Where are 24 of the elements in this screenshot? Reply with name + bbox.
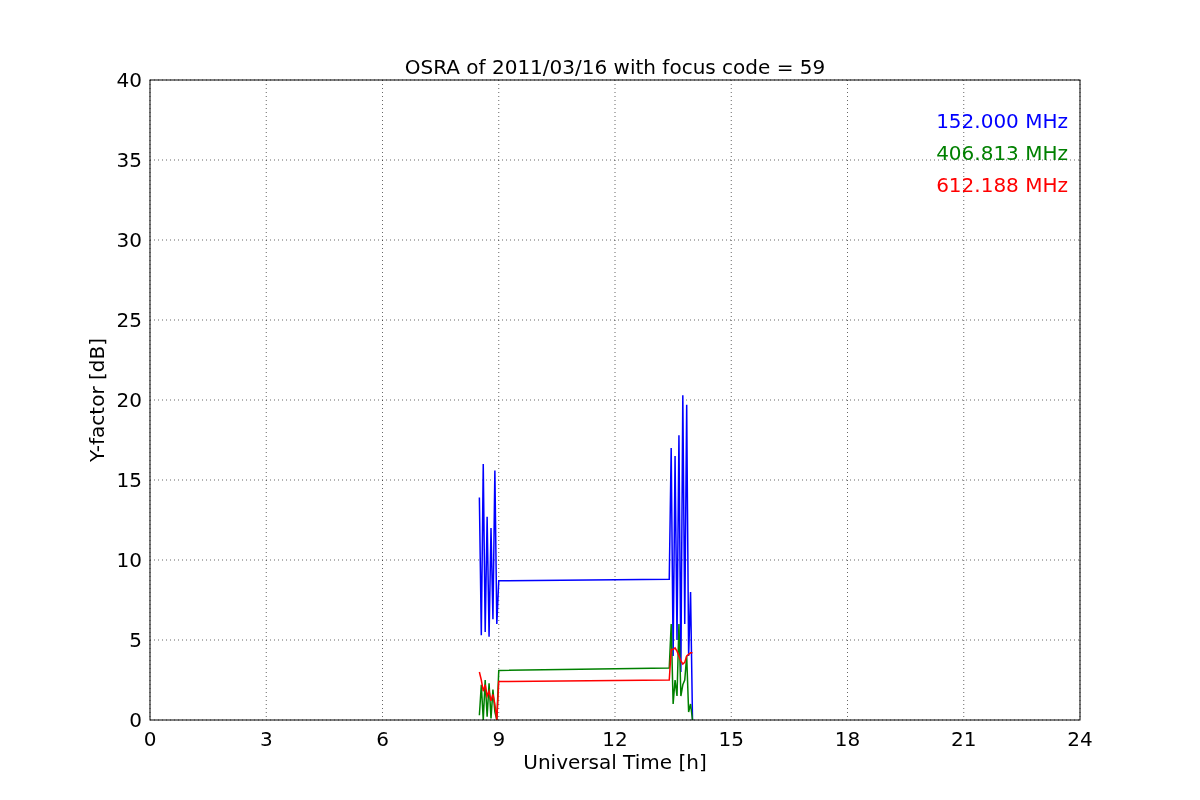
- x-tick-label: 9: [492, 727, 506, 751]
- x-tick-label: 12: [602, 727, 628, 751]
- x-tick-label: 6: [376, 727, 389, 751]
- y-tick-label: 25: [116, 308, 142, 332]
- y-tick-label: 10: [116, 548, 142, 572]
- x-tick-label: 0: [143, 727, 157, 751]
- chart-title: OSRA of 2011/03/16 with focus code = 59: [404, 55, 826, 79]
- y-tick-label: 0: [129, 708, 142, 732]
- y-tick-label: 20: [116, 388, 142, 412]
- y-tick-label: 40: [116, 68, 142, 92]
- x-axis-label: Universal Time [h]: [523, 750, 707, 774]
- legend-label: 152.000 MHz: [936, 109, 1068, 133]
- y-tick-label: 15: [116, 468, 142, 492]
- x-tick-label: 24: [1067, 727, 1093, 751]
- legend-label: 406.813 MHz: [936, 141, 1068, 165]
- y-axis-label: Y-factor [dB]: [85, 338, 109, 462]
- x-tick-label: 21: [951, 727, 977, 751]
- x-tick-label: 18: [834, 727, 861, 751]
- y-tick-label: 35: [116, 148, 142, 172]
- y-tick-label: 30: [116, 228, 142, 252]
- x-tick-label: 15: [718, 727, 744, 751]
- x-tick-label: 3: [259, 727, 273, 751]
- legend-label: 612.188 MHz: [936, 173, 1068, 197]
- y-tick-label: 5: [129, 628, 142, 652]
